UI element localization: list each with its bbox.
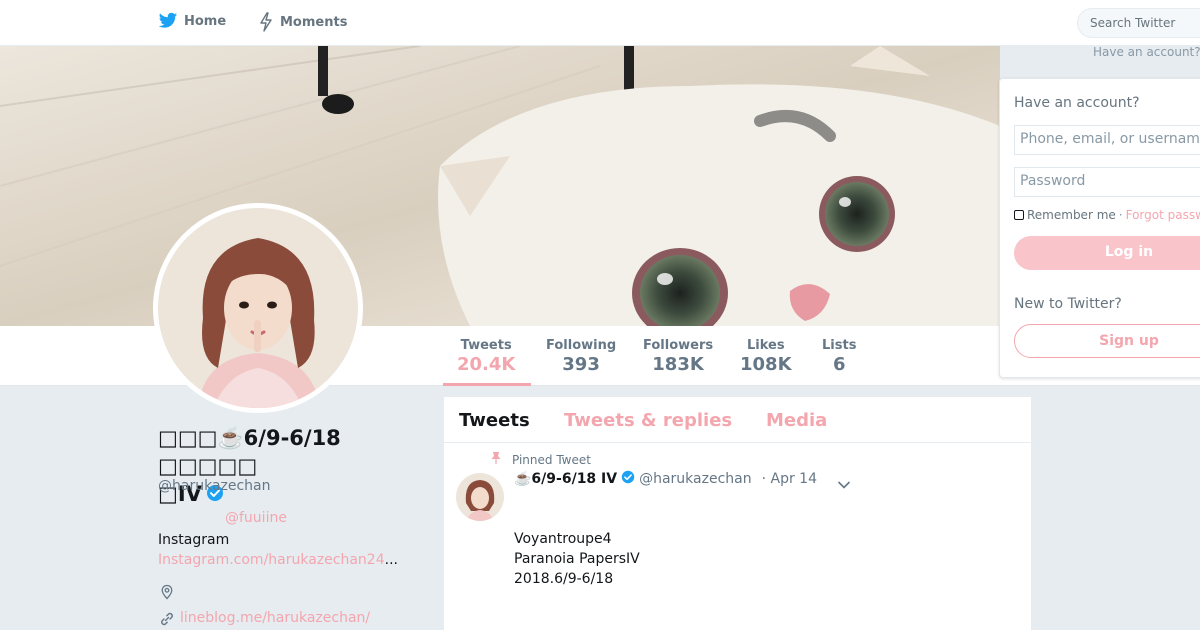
- stat-tweets[interactable]: Tweets 20.4K: [457, 338, 515, 375]
- tweet-header: ☕️6/9-6/18 IV @harukazechan · Apr 14: [514, 470, 817, 488]
- stat-value: 393: [562, 354, 600, 375]
- bird-icon: [158, 12, 178, 30]
- tab-media[interactable]: Media: [766, 410, 827, 431]
- stat-label: Likes: [746, 338, 785, 353]
- nav-moments-label: Moments: [280, 14, 348, 30]
- tweet-author-handle[interactable]: @harukazechan: [639, 471, 752, 487]
- search-input[interactable]: Search Twitter: [1077, 8, 1200, 38]
- tweet-author-name[interactable]: ☕️6/9-6/18 IV: [514, 471, 617, 487]
- stat-value: 20.4K: [457, 354, 516, 375]
- login-header: Have an account?: [1014, 95, 1140, 111]
- password-field[interactable]: Password: [1014, 167, 1200, 197]
- stat-label: Lists: [822, 338, 857, 353]
- profile-handle[interactable]: @harukazechan: [158, 478, 271, 494]
- stat-value: 108K: [740, 354, 792, 375]
- location-pin-icon: [159, 584, 175, 604]
- tweet-line: Voyantroupe4: [514, 531, 612, 547]
- profile-name: □□□☕️6/9-6/18 □□□□□ □IV: [158, 424, 408, 509]
- active-stat-underline: [443, 383, 531, 386]
- stat-label: Following: [546, 338, 617, 353]
- bio-instagram-label: Instagram: [158, 532, 230, 548]
- new-to-twitter-label: New to Twitter?: [1014, 296, 1122, 312]
- stat-value: 183K: [652, 354, 704, 375]
- nav-home-label: Home: [184, 13, 227, 29]
- chevron-down-icon[interactable]: [837, 475, 851, 494]
- stat-lists[interactable]: Lists 6: [822, 338, 856, 375]
- top-nav: Home Moments Search Twitter: [0, 0, 1200, 46]
- header-banner-image: [0, 46, 1000, 326]
- stat-following[interactable]: Following 393: [546, 338, 616, 375]
- link-icon: [159, 611, 175, 630]
- pinned-label: Pinned Tweet: [512, 452, 591, 467]
- profile-name-line1: □□□☕️6/9-6/18 □□□□□: [158, 426, 341, 478]
- tweet-avatar[interactable]: [456, 473, 504, 521]
- stat-followers[interactable]: Followers 183K: [643, 338, 713, 375]
- tab-tweets[interactable]: Tweets: [459, 410, 530, 431]
- login-card: Have an account? Phone, email, or userna…: [999, 78, 1200, 378]
- tweet-text: Voyantroupe4 Paranoia PapersIV 2018.6/9-…: [514, 529, 640, 589]
- tab-tweets-replies[interactable]: Tweets & replies: [564, 410, 732, 431]
- bio-instagram-link[interactable]: Instagram.com/harukazechan24: [158, 552, 385, 568]
- pin-icon: [490, 451, 502, 468]
- lightning-icon: [258, 12, 274, 32]
- tweet-date[interactable]: · Apr 14: [762, 471, 817, 487]
- nav-home[interactable]: Home: [158, 12, 226, 30]
- remember-label: Remember me: [1027, 208, 1116, 222]
- profile-url-link[interactable]: lineblog.me/harukazechan/: [180, 610, 370, 626]
- timeline-tabs: Tweets Tweets & replies Media: [444, 397, 1031, 443]
- username-field[interactable]: Phone, email, or username: [1014, 125, 1200, 155]
- bio-mention-link[interactable]: @fuuiine: [225, 510, 287, 526]
- stat-label: Followers: [643, 338, 714, 353]
- login-button[interactable]: Log in: [1014, 236, 1200, 270]
- signup-button[interactable]: Sign up: [1014, 324, 1200, 358]
- bio-ellipsis: ...: [384, 552, 398, 568]
- pinned-indicator: Pinned Tweet: [490, 451, 591, 468]
- timeline: Tweets Tweets & replies Media Pinned Twe…: [444, 397, 1031, 630]
- tweet-line: 2018.6/9-6/18: [514, 571, 614, 587]
- stat-value: 6: [832, 354, 846, 375]
- profile-avatar[interactable]: [153, 203, 363, 413]
- stat-label: Tweets: [460, 338, 512, 353]
- have-account-link[interactable]: Have an account?: [1093, 45, 1200, 59]
- verified-badge-icon: [621, 470, 635, 488]
- bio-instagram: Instagram Instagram.com/harukazechan24...: [158, 530, 420, 570]
- remember-separator: ·: [1118, 208, 1123, 222]
- remember-checkbox[interactable]: [1014, 210, 1024, 220]
- stat-likes[interactable]: Likes 108K: [740, 338, 792, 375]
- tweet-line: Paranoia PapersIV: [514, 551, 640, 567]
- forgot-password-link[interactable]: Forgot password?: [1126, 208, 1200, 222]
- nav-moments[interactable]: Moments: [258, 12, 347, 32]
- remember-row: Remember me · Forgot password?: [1014, 208, 1200, 222]
